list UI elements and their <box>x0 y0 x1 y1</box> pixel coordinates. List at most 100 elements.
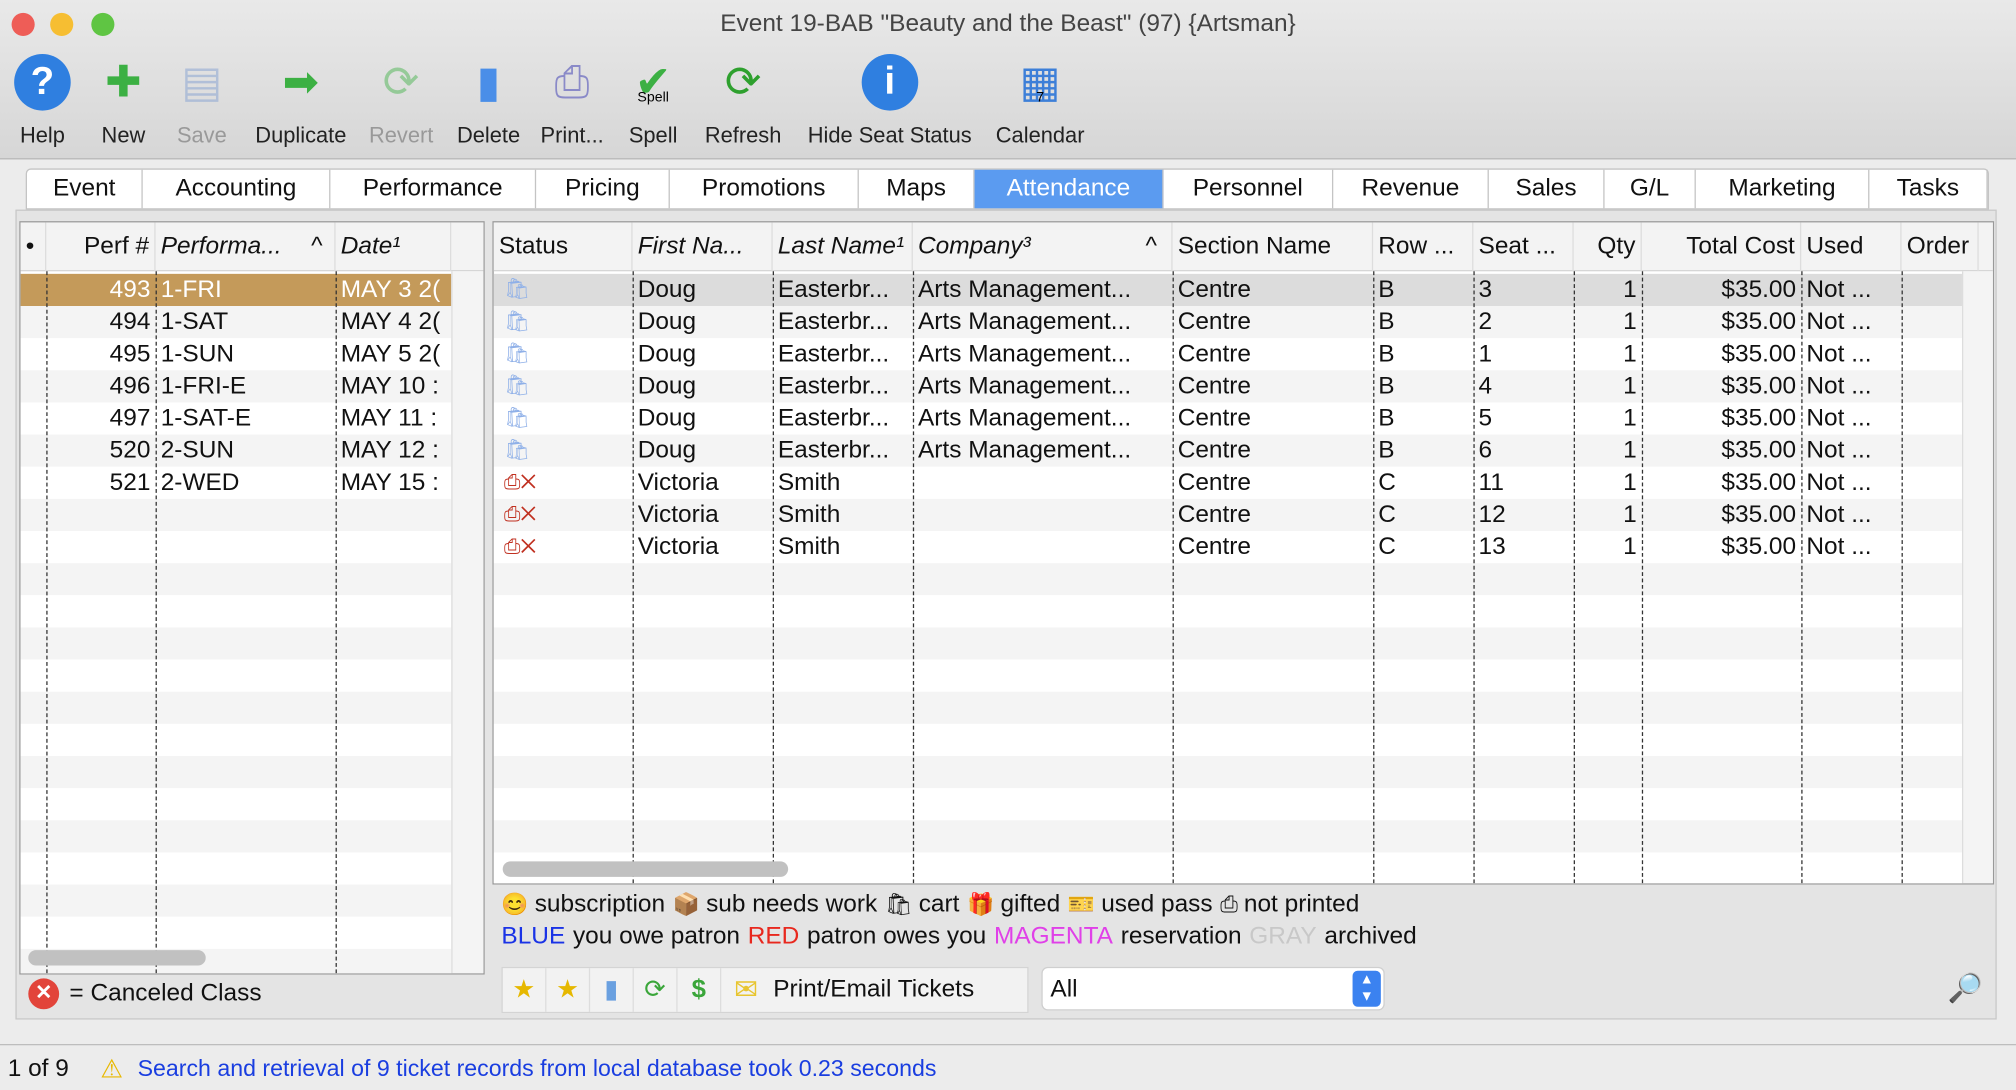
tab-performance[interactable]: Performance <box>330 169 537 209</box>
tab-attendance[interactable]: Attendance <box>974 169 1164 209</box>
legend-color-text: reservation <box>1120 923 1242 951</box>
box-icon: 📦 <box>672 892 707 917</box>
column-divider <box>1373 271 1375 884</box>
cart-icon: 🛍 <box>503 439 531 462</box>
tab-marketing[interactable]: Marketing <box>1696 169 1870 209</box>
tab-maps[interactable]: Maps <box>859 169 975 209</box>
column-header[interactable]: Total Cost <box>1642 222 1802 272</box>
table-row[interactable]: 495 1-SUN MAY 5 2( <box>20 338 452 371</box>
add-star-icon[interactable]: ★ <box>503 968 547 1012</box>
column-divider <box>1172 271 1174 884</box>
search-key-icon[interactable]: 🔎 <box>1948 972 1983 1005</box>
table-row[interactable]: 🛍 Doug Easterbr... Arts Management... Centre… <box>493 338 1962 371</box>
empty-row <box>20 627 452 660</box>
tickets-horizontal-scrollbar[interactable] <box>502 861 789 877</box>
table-row[interactable]: 521 2-WED MAY 15 : <box>20 466 452 499</box>
smiley-icon: 😊 <box>501 892 535 917</box>
performance-code: 2-WED <box>160 469 240 497</box>
help-button[interactable]: ? Help <box>13 51 72 149</box>
cell-company: Arts Management... <box>917 372 1132 400</box>
table-row[interactable]: 🛍 Doug Easterbr... Arts Management... Centre… <box>493 370 1962 403</box>
trash-icon[interactable]: ▮ <box>590 968 634 1012</box>
cell-first: Doug <box>637 276 697 304</box>
cell-used: Not ... <box>1806 276 1872 304</box>
column-header[interactable]: Date¹ <box>336 222 452 272</box>
new-button[interactable]: ✚ New <box>94 51 153 149</box>
empty-row <box>20 723 452 756</box>
dollar-icon[interactable]: $ <box>678 968 722 1012</box>
canceled-icon: ✕ <box>28 978 60 1010</box>
remove-star-icon[interactable]: ★ <box>546 968 591 1012</box>
cell-used: Not ... <box>1806 533 1872 561</box>
table-row[interactable]: ⎙✕ Victoria Smith Centre C 11 1 $35.00 Not ... <box>493 466 1962 499</box>
table-row[interactable]: ⎙✕ Victoria Smith Centre C 13 1 $35.00 Not ... <box>493 530 1962 564</box>
column-header[interactable]: • <box>21 222 47 272</box>
table-row[interactable]: 497 1-SAT-E MAY 11 : <box>20 402 452 435</box>
tab-promotions[interactable]: Promotions <box>670 169 859 209</box>
tab-event[interactable]: Event <box>27 169 143 209</box>
cell-qty: 1 <box>1623 533 1637 561</box>
cell-section: Centre <box>1177 501 1252 529</box>
tab-g-l[interactable]: G/L <box>1605 169 1696 209</box>
column-header[interactable]: Perf # <box>46 222 156 272</box>
column-header[interactable]: Company³ <box>913 222 1173 272</box>
cell-seat: 4 <box>1478 372 1493 400</box>
cell-last: Easterbr... <box>777 372 890 400</box>
cell-section: Centre <box>1177 469 1252 497</box>
table-row[interactable]: 493 1-FRI MAY 3 2( <box>20 273 452 306</box>
print-button[interactable]: ⎙ Print... <box>541 51 604 149</box>
hide-seat-status-button[interactable]: i Hide Seat Status <box>808 51 972 149</box>
refresh-icon[interactable]: ⟳ <box>634 968 678 1012</box>
save-button[interactable]: ▤ Save <box>172 51 231 149</box>
toolbar-label: Revert <box>368 123 434 148</box>
column-header[interactable]: Seat ... <box>1473 222 1574 272</box>
spell-button[interactable]: ✔ Spell Spell <box>624 51 683 149</box>
cell-company: Arts Management... <box>917 308 1132 336</box>
column-header[interactable]: Status <box>494 222 633 272</box>
status-icon-legend: 😊 subscription 📦 sub needs work 🛍 cart 🎁 gi… <box>501 891 1367 919</box>
tab-pricing[interactable]: Pricing <box>536 169 670 209</box>
tab-revenue[interactable]: Revenue <box>1333 169 1489 209</box>
cell-qty: 1 <box>1623 469 1637 497</box>
cell-row: C <box>1378 501 1396 529</box>
empty-row <box>493 563 1962 596</box>
duplicate-button[interactable]: ➡ Duplicate <box>255 51 346 149</box>
table-row[interactable]: 520 2-SUN MAY 12 : <box>20 434 452 467</box>
empty-row <box>20 788 452 821</box>
tab-accounting[interactable]: Accounting <box>143 169 331 209</box>
performances-vertical-scrollbar[interactable] <box>451 271 484 974</box>
tab-tasks[interactable]: Tasks <box>1869 169 1988 209</box>
table-row[interactable]: 496 1-FRI-E MAY 10 : <box>20 370 452 403</box>
calendar-button[interactable]: ▦ 7 Calendar <box>996 51 1085 149</box>
tab-sales[interactable]: Sales <box>1489 169 1605 209</box>
column-header[interactable]: Section Name <box>1173 222 1374 272</box>
cell-total: $35.00 <box>1721 340 1797 368</box>
tab-personnel[interactable]: Personnel <box>1164 169 1334 209</box>
cell-used: Not ... <box>1806 469 1872 497</box>
table-row[interactable]: ⎙✕ Victoria Smith Centre C 12 1 $35.00 Not ... <box>493 498 1962 531</box>
ticket-filter-select[interactable]: All ▲ ▼ <box>1041 966 1385 1011</box>
print-email-tickets-button[interactable]: ✉ Print/Email Tickets <box>721 968 974 1012</box>
column-header[interactable]: Qty <box>1574 222 1642 272</box>
column-header[interactable]: First Na... <box>633 222 773 272</box>
table-row[interactable]: 🛍 Doug Easterbr... Arts Management... Centre… <box>493 305 1962 339</box>
cell-last: Easterbr... <box>777 404 890 432</box>
cell-seat: 3 <box>1478 276 1493 304</box>
tickets-vertical-scrollbar[interactable] <box>1961 271 1993 884</box>
table-row[interactable]: 🛍 Doug Easterbr... Arts Management... Centre… <box>493 273 1962 306</box>
sort-ascending-icon[interactable]: ^ <box>306 222 322 271</box>
column-header[interactable]: Used <box>1801 222 1902 272</box>
sort-ascending-icon[interactable]: ^ <box>1140 222 1157 271</box>
table-row[interactable]: 🛍 Doug Easterbr... Arts Management... Centre… <box>493 434 1962 467</box>
refresh-button[interactable]: ⟳ Refresh <box>705 51 782 149</box>
status-bar: 1 of 9 ⚠ Search and retrieval of 9 ticke… <box>0 1043 2016 1090</box>
column-header[interactable]: Order I <box>1902 222 1979 272</box>
cell-qty: 1 <box>1623 437 1637 465</box>
table-row[interactable]: 🛍 Doug Easterbr... Arts Management... Centre… <box>493 402 1962 435</box>
performances-horizontal-scrollbar[interactable] <box>28 950 206 966</box>
column-header[interactable]: Row ... <box>1373 222 1474 272</box>
revert-button[interactable]: ⟳ Revert <box>369 51 433 149</box>
delete-button[interactable]: ▮ Delete <box>457 51 520 149</box>
column-header[interactable]: Last Name¹ <box>773 222 913 272</box>
table-row[interactable]: 494 1-SAT MAY 4 2( <box>20 305 452 339</box>
